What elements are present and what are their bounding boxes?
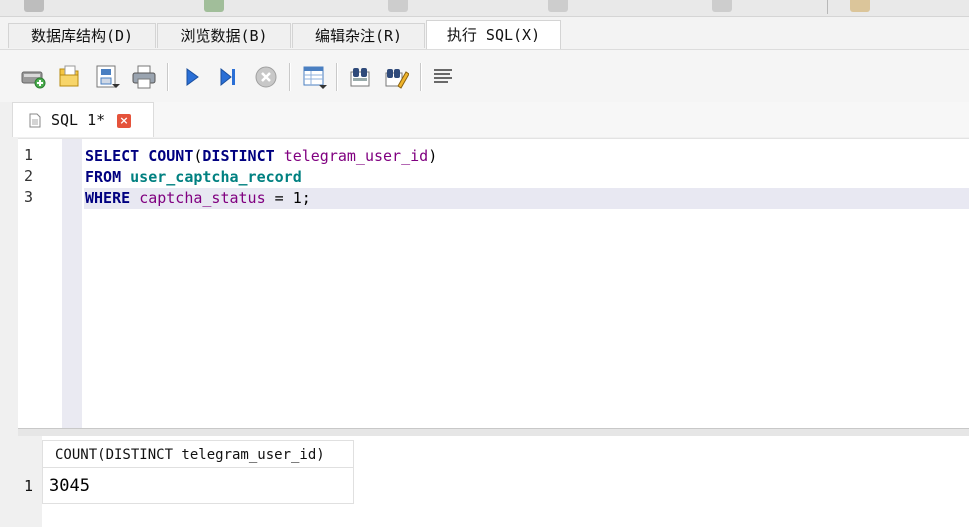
code-punct: = 1; [265, 189, 311, 207]
sql-editor-tab[interactable]: SQL 1* × [12, 102, 154, 137]
sql-toolbar [0, 50, 969, 102]
revert-changes-icon[interactable] [548, 0, 568, 12]
code-line: FROM user_captcha_record [84, 167, 969, 188]
close-tab-icon[interactable]: × [117, 114, 131, 128]
sql-function: COUNT [148, 147, 194, 165]
code-area[interactable]: SELECT COUNT(DISTINCT telegram_user_id) … [84, 139, 969, 429]
outer-toolbar-strip [0, 0, 969, 17]
undo-icon[interactable] [712, 0, 732, 12]
code-line: SELECT COUNT(DISTINCT telegram_user_id) [84, 146, 969, 167]
line-number-gutter: 1 2 3 [18, 139, 62, 429]
line-number: 1 [24, 146, 34, 164]
open-file-icon[interactable] [56, 64, 82, 90]
print-icon[interactable] [131, 64, 157, 90]
main-tab-bar: 数据库结构(D) 浏览数据(B) 编辑杂注(R) 执行 SQL(X) [0, 17, 969, 50]
sql-keyword: WHERE [85, 189, 131, 207]
tab-database-structure[interactable]: 数据库结构(D) [8, 23, 156, 48]
fold-margin [62, 139, 82, 429]
result-cell[interactable]: 3045 [42, 468, 354, 504]
new-database-icon[interactable] [24, 0, 44, 12]
code-line-current: WHERE captcha_status = 1; [84, 188, 969, 209]
comment-icon[interactable] [431, 64, 457, 90]
save-file-icon[interactable] [94, 64, 120, 90]
sql-keyword: SELECT [85, 147, 140, 165]
code-punct: ) [428, 147, 438, 165]
sql-keyword: DISTINCT [202, 147, 275, 165]
result-row-number[interactable]: 1 [24, 468, 33, 504]
find-icon[interactable] [347, 64, 373, 90]
editor-tab-bar: SQL 1* × [12, 102, 969, 137]
stop-icon[interactable] [253, 64, 279, 90]
tab-edit-pragmas[interactable]: 编辑杂注(R) [292, 23, 425, 48]
open-database-icon[interactable] [204, 0, 224, 12]
toolbar-separator [420, 63, 422, 91]
write-changes-icon[interactable] [388, 0, 408, 12]
toolbar-separator [336, 63, 338, 91]
open-project-icon[interactable] [850, 0, 870, 12]
result-column-header[interactable]: COUNT(DISTINCT telegram_user_id) [42, 440, 354, 468]
sql-keyword: FROM [85, 168, 122, 186]
sql-file-icon [29, 113, 41, 128]
sql-editor[interactable]: 1 2 3 SELECT COUNT(DISTINCT telegram_use… [18, 138, 969, 429]
sql-identifier: telegram_user_id [283, 147, 429, 165]
sql-table-name: user_captcha_record [130, 168, 302, 186]
toolbar-separator [289, 63, 291, 91]
toolbar-separator [827, 0, 828, 14]
find-replace-icon[interactable] [383, 64, 409, 90]
line-number: 3 [24, 188, 34, 206]
execute-all-icon[interactable] [179, 64, 205, 90]
tab-execute-sql[interactable]: 执行 SQL(X) [426, 20, 561, 49]
line-number: 2 [24, 167, 34, 185]
tab-browse-data[interactable]: 浏览数据(B) [157, 23, 291, 48]
save-results-icon[interactable] [301, 64, 327, 90]
toolbar-separator [167, 63, 169, 91]
execute-line-icon[interactable] [215, 64, 241, 90]
sql-identifier: captcha_status [139, 189, 266, 207]
results-grid[interactable]: COUNT(DISTINCT telegram_user_id) 1 3045 [18, 436, 969, 527]
sql-tab-label: SQL 1* [51, 111, 106, 129]
open-tab-icon[interactable] [20, 64, 46, 90]
